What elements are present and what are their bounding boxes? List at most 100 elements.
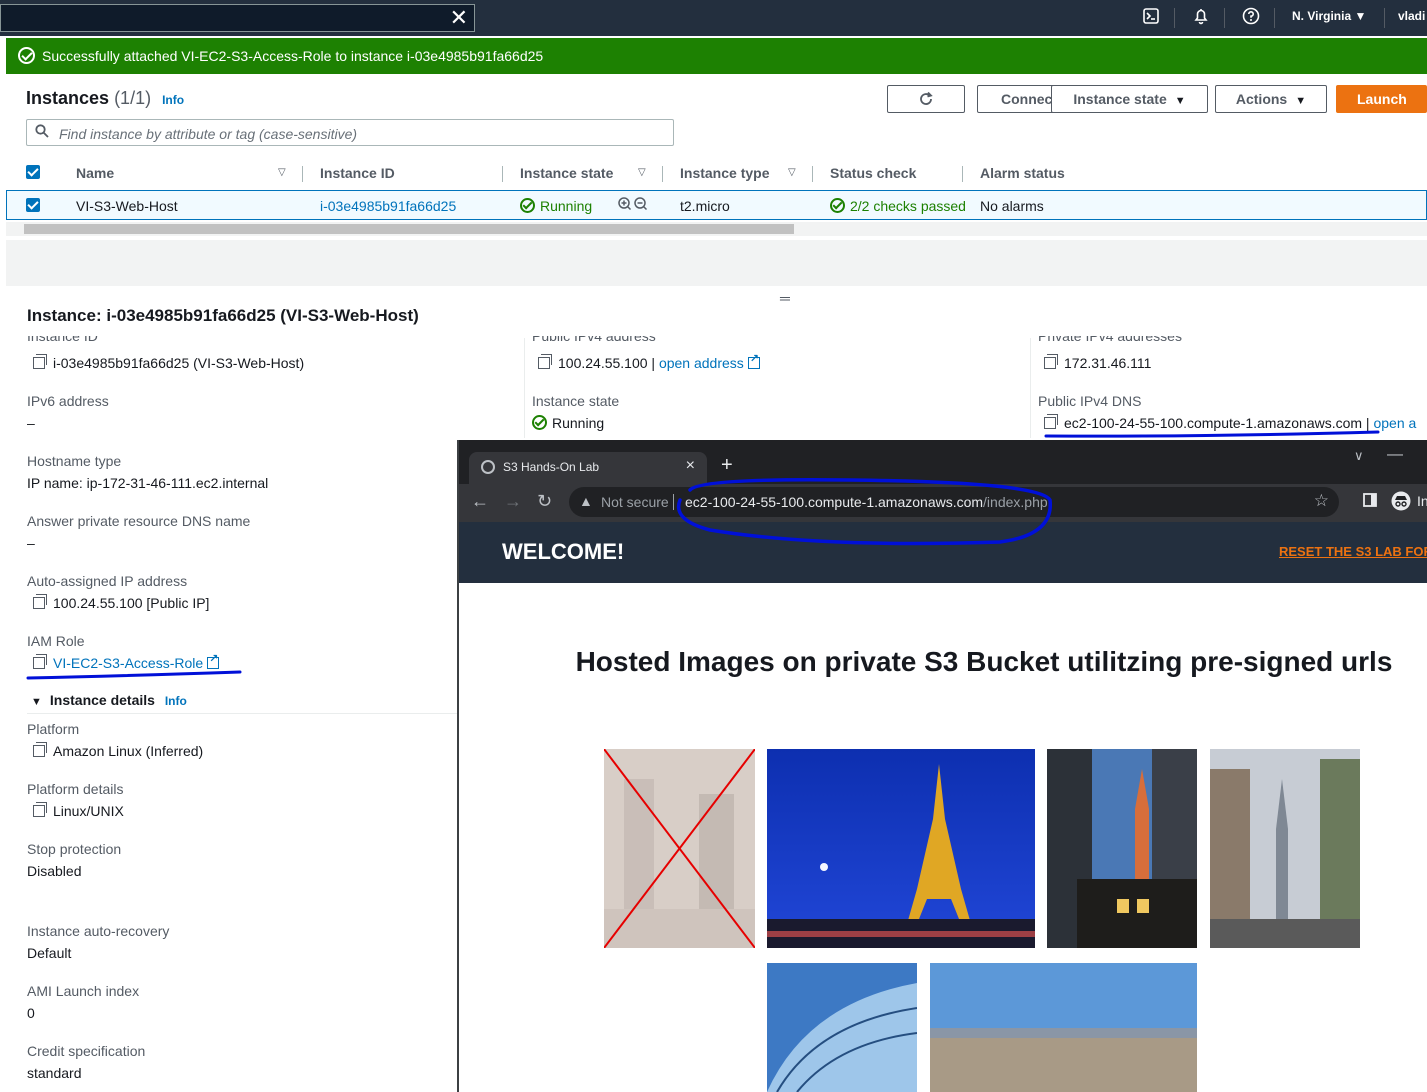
- address-bar[interactable]: ▲ Not secure ec2-100-24-55-100.compute-1…: [569, 487, 1339, 517]
- instances-title: Instances: [26, 88, 110, 108]
- cell-name: VI-S3-Web-Host: [76, 198, 178, 214]
- flash-message: Successfully attached VI-EC2-S3-Access-R…: [42, 48, 544, 64]
- col-instance-state[interactable]: Instance state: [520, 165, 613, 181]
- console-search-input[interactable]: ✕: [0, 4, 475, 32]
- copy-icon[interactable]: [33, 354, 47, 369]
- public-dns-value: ec2-100-24-55-100.compute-1.amazonaws.co…: [1044, 414, 1416, 431]
- new-tab-icon[interactable]: +: [721, 454, 733, 477]
- col-instance-type[interactable]: Instance type: [680, 165, 769, 181]
- actions-dropdown[interactable]: Actions ▼: [1215, 85, 1327, 113]
- notifications-bell-icon[interactable]: [1190, 7, 1212, 29]
- url-text[interactable]: ec2-100-24-55-100.compute-1.amazonaws.co…: [685, 494, 1048, 510]
- minimize-icon[interactable]: —: [1387, 446, 1403, 464]
- sort-icon[interactable]: ▽: [788, 167, 796, 178]
- success-check-icon: [18, 47, 35, 64]
- platform-details-text: Linux/UNIX: [53, 803, 124, 819]
- col-name[interactable]: Name: [76, 165, 114, 181]
- status-check-text: 2/2 checks passed: [850, 198, 966, 214]
- scroll-thumb[interactable]: [24, 224, 794, 234]
- checks-passed-icon: [830, 198, 845, 213]
- bookmark-star-icon[interactable]: ☆: [1314, 491, 1329, 511]
- region-label: N. Virginia: [1292, 9, 1352, 23]
- label-ami-index: AMI Launch index: [27, 983, 140, 999]
- copy-icon[interactable]: [1044, 414, 1058, 429]
- cell-status-check: 2/2 checks passed: [830, 198, 966, 214]
- col-status-check[interactable]: Status check: [830, 165, 916, 181]
- back-icon[interactable]: ←: [471, 491, 489, 512]
- label-auto-ip: Auto-assigned IP address: [27, 573, 188, 589]
- incognito-icon[interactable]: [1391, 491, 1411, 514]
- tab-search-chevron-icon[interactable]: ∨: [1354, 448, 1364, 464]
- info-link[interactable]: Info: [165, 694, 187, 708]
- col-alarm-status[interactable]: Alarm status: [980, 165, 1065, 181]
- sidepanel-icon[interactable]: [1363, 493, 1377, 510]
- reload-icon[interactable]: ↻: [537, 491, 552, 512]
- url-path: /index.php: [983, 494, 1048, 510]
- select-all-checkbox[interactable]: [26, 165, 40, 179]
- sort-icon[interactable]: ▽: [278, 167, 286, 178]
- row-checkbox[interactable]: [26, 198, 40, 212]
- label-private-ip: Private IPv4 addresses: [1038, 336, 1182, 344]
- platform-text: Amazon Linux (Inferred): [53, 743, 204, 759]
- close-search-icon[interactable]: ✕: [450, 5, 468, 31]
- forward-icon[interactable]: →: [504, 491, 522, 512]
- help-icon[interactable]: [1240, 7, 1262, 29]
- sort-icon[interactable]: ▽: [638, 167, 646, 178]
- public-dns-text: ec2-100-24-55-100.compute-1.amazonaws.co…: [1064, 415, 1363, 431]
- tab-title: S3 Hands-On Lab: [503, 460, 600, 474]
- not-secure-label[interactable]: Not secure: [601, 494, 669, 510]
- region-selector[interactable]: N. Virginia ▼: [1292, 9, 1366, 23]
- cell-state: Running: [520, 198, 592, 214]
- table-horizontal-scrollbar[interactable]: [6, 222, 1427, 236]
- open-address-link[interactable]: open address: [659, 355, 744, 371]
- copy-icon[interactable]: [33, 594, 47, 609]
- open-address-link[interactable]: open a: [1373, 415, 1416, 431]
- warning-icon: ▲: [579, 493, 593, 509]
- credit-value: standard: [27, 1065, 82, 1081]
- caret-down-icon: ▼: [1295, 95, 1307, 107]
- copy-icon[interactable]: [33, 654, 47, 669]
- auto-ip-text: 100.24.55.100 [Public IP]: [53, 595, 210, 611]
- copy-icon[interactable]: [1044, 354, 1058, 369]
- info-link[interactable]: Info: [162, 93, 184, 107]
- copy-icon[interactable]: [33, 802, 47, 817]
- actions-label: Actions: [1235, 91, 1288, 107]
- broken-image: [604, 749, 755, 948]
- zoom-in-out-icon[interactable]: [617, 196, 651, 214]
- external-link-icon[interactable]: [747, 352, 760, 369]
- close-tab-icon[interactable]: ×: [686, 457, 695, 475]
- instance-search-input[interactable]: Find instance by attribute or tag (case-…: [26, 119, 674, 146]
- private-ip-text: 172.31.46.111: [1064, 355, 1152, 371]
- reset-lab-link[interactable]: RESET THE S3 LAB FOR: [1279, 544, 1427, 559]
- external-link-icon[interactable]: [207, 652, 220, 669]
- globe-icon: [481, 460, 495, 474]
- iam-role-link[interactable]: VI-EC2-S3-Access-Role: [53, 655, 203, 671]
- label-instance-id: Instance ID: [27, 336, 98, 344]
- instance-id-value: i-03e4985b91fa66d25 (VI-S3-Web-Host): [33, 354, 304, 371]
- label-answer-dns: Answer private resource DNS name: [27, 513, 251, 529]
- public-ip-text: 100.24.55.100: [558, 355, 648, 371]
- profile-label[interactable]: In: [1417, 493, 1427, 509]
- glass-building-image: [767, 963, 917, 1092]
- zoom-icons[interactable]: [617, 196, 651, 217]
- instance-state-text: Running: [552, 415, 605, 431]
- label-platform-details: Platform details: [27, 781, 124, 797]
- ami-index-value: 0: [27, 1005, 35, 1021]
- browser-tab[interactable]: S3 Hands-On Lab ×: [469, 452, 707, 484]
- eiffel-tower-image: [767, 749, 1035, 948]
- label-credit: Credit specification: [27, 1043, 146, 1059]
- col-instance-id[interactable]: Instance ID: [320, 165, 395, 181]
- table-row[interactable]: VI-S3-Web-Host i-03e4985b91fa66d25 Runni…: [6, 190, 1427, 220]
- label-hostname-type: Hostname type: [27, 453, 122, 469]
- welcome-heading: WELCOME!: [502, 539, 625, 564]
- refresh-button[interactable]: [887, 85, 965, 113]
- account-menu[interactable]: vladi: [1398, 9, 1425, 23]
- instance-id-link[interactable]: i-03e4985b91fa66d25: [320, 198, 456, 214]
- launch-instances-button[interactable]: Launch ins: [1336, 85, 1427, 133]
- instance-details-toggle[interactable]: ▼ Instance details Info: [31, 692, 187, 708]
- copy-icon[interactable]: [33, 742, 47, 757]
- label-stop-protection: Stop protection: [27, 841, 122, 857]
- copy-icon[interactable]: [538, 354, 552, 369]
- cloudshell-icon[interactable]: [1140, 7, 1162, 29]
- instance-state-dropdown[interactable]: Instance state ▼: [1051, 85, 1208, 113]
